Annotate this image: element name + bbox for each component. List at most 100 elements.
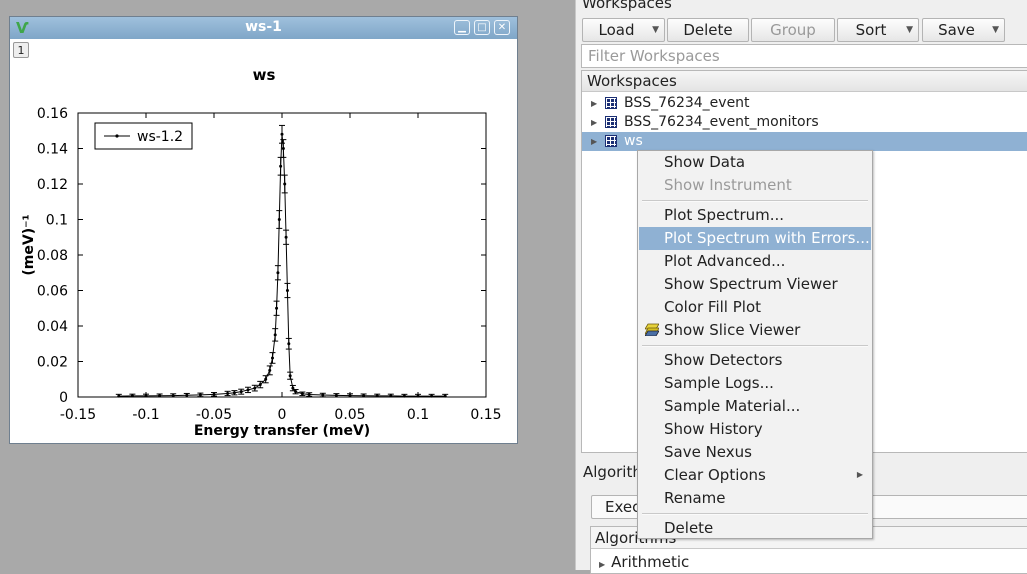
data-point [300, 392, 304, 396]
menu-item-rename[interactable]: Rename [639, 487, 871, 510]
data-point [389, 394, 393, 398]
group-button[interactable]: Group [751, 18, 835, 42]
filter-workspaces-input[interactable]: Filter Workspaces [581, 44, 1027, 68]
data-point [253, 386, 257, 390]
menu-item-sample-logs[interactable]: Sample Logs... [639, 372, 871, 395]
menu-item-label: Plot Spectrum... [664, 206, 785, 224]
x-tick-label: 0.15 [470, 407, 501, 423]
menu-item-label: Sample Logs... [664, 374, 774, 392]
algorithm-category-label: Arithmetic [611, 553, 690, 571]
y-tick-label: 0.04 [37, 319, 68, 335]
data-point [281, 147, 285, 150]
menu-item-label: Clear Options [664, 466, 766, 484]
menu-item-label: Show Instrument [664, 176, 792, 194]
workspace-grid-icon [605, 97, 617, 109]
menu-item-delete[interactable]: Delete [639, 517, 871, 540]
workspace-grid-icon [605, 116, 617, 128]
y-tick-label: 0.14 [37, 142, 68, 158]
algorithm-category[interactable]: ▶ Arithmetic [599, 553, 689, 571]
data-point [232, 391, 236, 395]
load-label: Load [598, 21, 635, 39]
sort-button[interactable]: Sort ▼ [837, 18, 919, 42]
menu-item-label: Show Spectrum Viewer [664, 275, 838, 293]
data-point [198, 393, 202, 397]
data-point [273, 333, 277, 337]
save-button[interactable]: Save ▼ [922, 18, 1005, 42]
menu-item-label: Show History [664, 420, 763, 438]
data-point [334, 393, 338, 397]
data-point [270, 356, 274, 360]
algorithms-dock-title: Algorith [583, 463, 642, 481]
menu-item-show-detectors[interactable]: Show Detectors [639, 349, 871, 372]
expand-arrow-icon[interactable]: ▶ [591, 132, 597, 151]
sort-label: Sort [855, 21, 887, 39]
x-tick-label: -0.1 [132, 407, 159, 423]
menu-item-sample-material[interactable]: Sample Material... [639, 395, 871, 418]
x-tick-label: -0.15 [60, 407, 96, 423]
workspace-name: BSS_76234_event [624, 95, 750, 111]
y-axis: 0 0.02 0.04 0.06 0.08 0.1 0.12 0.14 0.16 [37, 106, 486, 406]
menu-item-label: Delete [664, 519, 714, 537]
x-tick-label: 0 [278, 407, 287, 423]
menu-item-show-instrument[interactable]: Show Instrument [639, 174, 871, 197]
menu-item-color-fill-plot[interactable]: Color Fill Plot [639, 296, 871, 319]
data-point [268, 368, 272, 372]
workspace-item[interactable]: ▶ BSS_76234_event [582, 94, 1027, 113]
expand-arrow-icon[interactable]: ▶ [591, 113, 597, 132]
expand-arrow-icon[interactable]: ▶ [591, 94, 597, 113]
data-point [277, 218, 281, 221]
data-point [288, 374, 292, 378]
workspaces-dock-title: Workspaces [582, 0, 672, 12]
workspace-item[interactable]: ▶ BSS_76234_event_monitors [582, 113, 1027, 132]
data-point [185, 393, 189, 397]
data-point [264, 377, 268, 381]
data-point [280, 132, 284, 136]
data-point [212, 392, 216, 396]
x-tick-label: -0.05 [196, 407, 232, 423]
data-point [171, 394, 175, 398]
menu-item-label: Save Nexus [664, 443, 752, 461]
y-tick-label: 0.06 [37, 284, 68, 300]
menu-item-plot-spectrum[interactable]: Plot Spectrum... [639, 204, 871, 227]
data-point [294, 390, 298, 394]
data-point [130, 394, 134, 398]
menu-item-show-history[interactable]: Show History [639, 418, 871, 441]
x-tick-label: 0.05 [334, 407, 365, 423]
workspace-item-selected[interactable]: ▶ ws [582, 132, 1027, 151]
data-point [285, 289, 289, 292]
plot-window: Ѵ ws-1 ▁ □ ✕ 1 ws -0.15 -0.1 -0.05 0 0.05 0.1… [9, 16, 518, 444]
plot-frame [77, 112, 487, 398]
data-point [416, 394, 420, 398]
group-label: Group [770, 21, 816, 39]
x-axis-label: Energy transfer (meV) [194, 423, 370, 439]
workspace-context-menu: Show Data Show Instrument Plot Spectrum.… [637, 150, 873, 539]
expand-arrow-icon[interactable]: ▶ [599, 560, 605, 569]
menu-item-save-nexus[interactable]: Save Nexus [639, 441, 871, 464]
data-point [375, 394, 379, 398]
submenu-arrow-icon: ▶ [856, 470, 863, 479]
load-button[interactable]: Load ▼ [582, 18, 665, 42]
menu-item-clear-options[interactable]: Clear Options ▶ [639, 464, 871, 487]
workspace-name: ws [624, 133, 643, 149]
data-point [276, 271, 280, 275]
chevron-down-icon: ▼ [992, 25, 999, 35]
menu-item-label: Plot Advanced... [664, 252, 786, 270]
menu-item-label: Color Fill Plot [664, 298, 762, 316]
data-point [348, 394, 352, 398]
menu-item-label: Sample Material... [664, 397, 801, 415]
menu-item-plot-advanced[interactable]: Plot Advanced... [639, 250, 871, 273]
menu-item-label: Plot Spectrum with Errors... [664, 229, 870, 247]
data-point [226, 391, 230, 395]
legend-label: ws-1.2 [137, 129, 183, 145]
menu-item-show-spectrum-viewer[interactable]: Show Spectrum Viewer [639, 273, 871, 296]
data-point [258, 383, 262, 387]
menu-item-show-slice-viewer[interactable]: Show Slice Viewer [639, 319, 871, 342]
y-tick-label: 0.02 [37, 355, 68, 371]
legend[interactable]: ws-1.2 [94, 122, 193, 150]
data-point [287, 342, 291, 346]
menu-item-show-data[interactable]: Show Data [639, 151, 871, 174]
menu-item-plot-spectrum-with-errors[interactable]: Plot Spectrum with Errors... [639, 227, 871, 250]
data-point [362, 394, 366, 398]
chevron-down-icon: ▼ [652, 25, 659, 35]
delete-button[interactable]: Delete [667, 18, 749, 42]
